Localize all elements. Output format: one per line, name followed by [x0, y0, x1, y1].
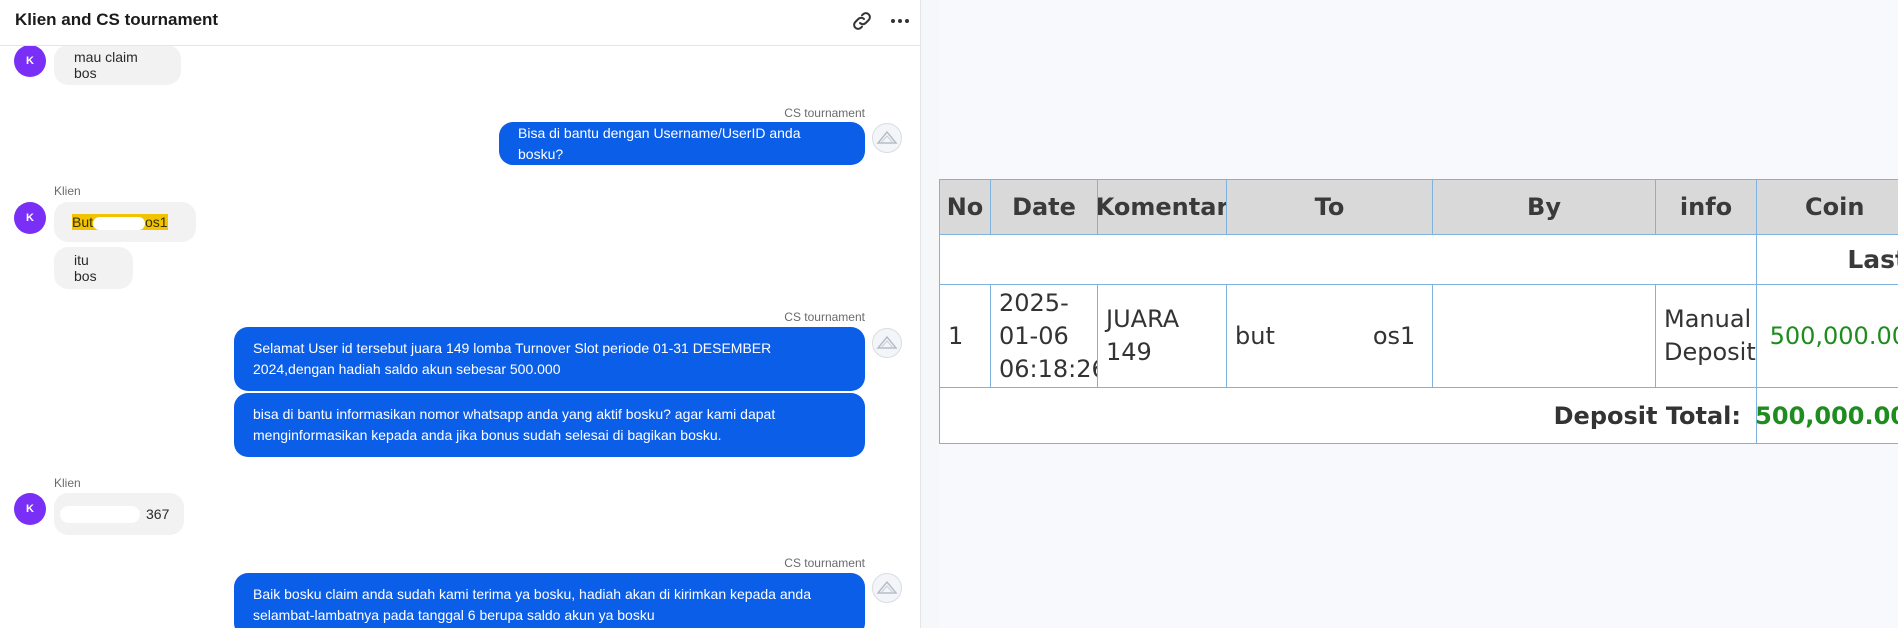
message-bubble-incoming: But os1 — [54, 202, 196, 242]
redaction-mark — [60, 505, 140, 523]
transaction-panel: No Date Komentar To By info Coin Last 1 … — [939, 0, 1898, 628]
col-header-no: No — [939, 179, 991, 235]
panel-divider[interactable] — [920, 0, 939, 628]
agent-avatar — [872, 328, 902, 358]
group-row-label: Last — [1756, 234, 1898, 285]
redaction-mark — [93, 216, 146, 230]
chat-title: Klien and CS tournament — [15, 10, 219, 29]
link-icon[interactable] — [850, 9, 874, 33]
message-bubble-incoming: 367 — [54, 493, 184, 535]
client-avatar: K — [14, 45, 46, 77]
group-row-spacer — [939, 234, 1757, 285]
message-bubble-incoming: mau claim bos — [54, 45, 181, 85]
client-avatar: K — [14, 202, 46, 234]
sender-name: Klien — [54, 476, 81, 490]
cell-date: 2025- 01-06 06:18:26 — [990, 284, 1107, 388]
message-bubble-outgoing: Baik bosku claim anda sudah kami terima … — [234, 573, 865, 628]
cell-coin: 500,000.00 — [1756, 284, 1898, 388]
cell-to: but os1 — [1226, 284, 1433, 388]
agent-avatar — [872, 573, 902, 603]
agent-avatar — [872, 123, 902, 153]
col-header-komentar: Komentar — [1096, 179, 1228, 235]
message-bubble-incoming: itu bos — [54, 247, 133, 289]
highlighted-text: But os1 — [72, 214, 168, 230]
chat-panel: Klien and CS tournament K mau claim bos … — [0, 0, 920, 628]
client-avatar: K — [14, 493, 46, 525]
col-header-date: Date — [990, 179, 1098, 235]
message-list[interactable]: K mau claim bos CS tournament Bisa di ba… — [0, 45, 920, 628]
col-header-by: By — [1432, 179, 1656, 235]
cell-by — [1432, 284, 1656, 388]
more-icon[interactable] — [888, 9, 912, 33]
cell-komentar: JUARA 149 — [1097, 284, 1227, 388]
cell-info: Manual Deposit — [1655, 284, 1757, 388]
message-bubble-outgoing: Bisa di bantu dengan Username/UserID and… — [499, 122, 865, 165]
message-bubble-outgoing: Selamat User id tersebut juara 149 lomba… — [234, 327, 865, 391]
chat-header: Klien and CS tournament — [0, 0, 920, 46]
col-header-info: info — [1655, 179, 1757, 235]
col-header-to: To — [1226, 179, 1433, 235]
sender-name: CS tournament — [784, 556, 865, 570]
cell-no: 1 — [939, 284, 991, 388]
col-header-coin: Coin — [1756, 179, 1898, 235]
sender-name: CS tournament — [784, 106, 865, 120]
message-bubble-outgoing: bisa di bantu informasikan nomor whatsap… — [234, 393, 865, 457]
total-label: Deposit Total: — [939, 387, 1757, 444]
total-value: 500,000.00 — [1755, 387, 1898, 444]
sender-name: CS tournament — [784, 310, 865, 324]
sender-name: Klien — [54, 184, 81, 198]
